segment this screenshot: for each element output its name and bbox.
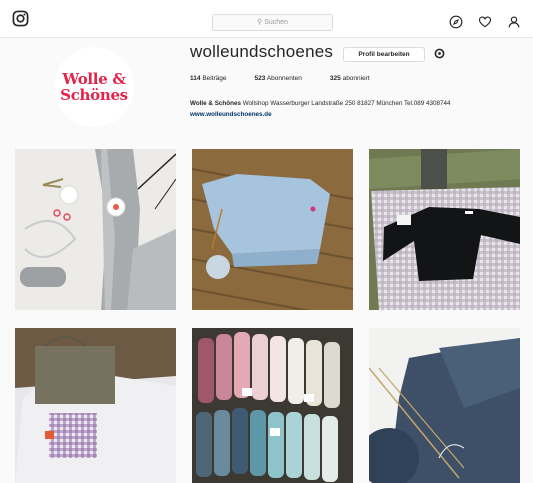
stat-following[interactable]: 325 abonniert <box>330 75 370 82</box>
avatar[interactable]: Wolle & Schönes <box>54 47 134 127</box>
post-thumbnail[interactable] <box>192 328 353 483</box>
edit-profile-button[interactable]: Profil bearbeiten <box>343 47 425 62</box>
top-navigation-bar: ⚲ Suchen <box>0 0 533 38</box>
bio-name: Wolle & Schönes <box>190 100 241 107</box>
gear-icon[interactable] <box>434 48 445 59</box>
post-thumbnail[interactable] <box>15 149 176 310</box>
search-icon: ⚲ <box>257 19 263 26</box>
post-image <box>15 328 176 483</box>
search-input[interactable]: ⚲ Suchen <box>212 14 333 31</box>
post-image <box>369 328 520 483</box>
stat-followers[interactable]: 523 Abonnenten <box>255 75 302 82</box>
avatar-logo-line1: Wolle & <box>62 70 126 88</box>
profile-bio: Wolle & Schönes Wollshop Wasserburger La… <box>190 99 525 120</box>
post-thumbnail[interactable] <box>15 328 176 483</box>
post-image <box>192 149 353 310</box>
post-thumbnail[interactable] <box>369 328 520 483</box>
profile-stats: 114 Beiträge 523 Abonnenten 325 abonnier… <box>190 75 398 82</box>
bio-website-link[interactable]: www.wolleundschoenes.de <box>190 111 272 118</box>
profile-header: Wolle & Schönes wolleundschoenes Profil … <box>0 38 533 138</box>
username: wolleundschoenes <box>190 42 334 61</box>
user-icon[interactable] <box>507 15 521 29</box>
bio-text: Wollshop Wasserburger Landstraße 250 818… <box>242 100 451 107</box>
post-thumbnail[interactable] <box>369 149 520 310</box>
compass-icon[interactable] <box>449 15 463 29</box>
post-thumbnail[interactable] <box>192 149 353 310</box>
instagram-icon[interactable] <box>12 10 29 27</box>
heart-icon[interactable] <box>478 15 492 29</box>
post-image <box>369 149 520 310</box>
post-image <box>15 149 176 310</box>
stat-posts[interactable]: 114 Beiträge <box>190 75 227 82</box>
avatar-logo-line2: Schönes <box>60 86 128 104</box>
post-image <box>192 328 353 483</box>
search-placeholder: Suchen <box>264 19 288 26</box>
